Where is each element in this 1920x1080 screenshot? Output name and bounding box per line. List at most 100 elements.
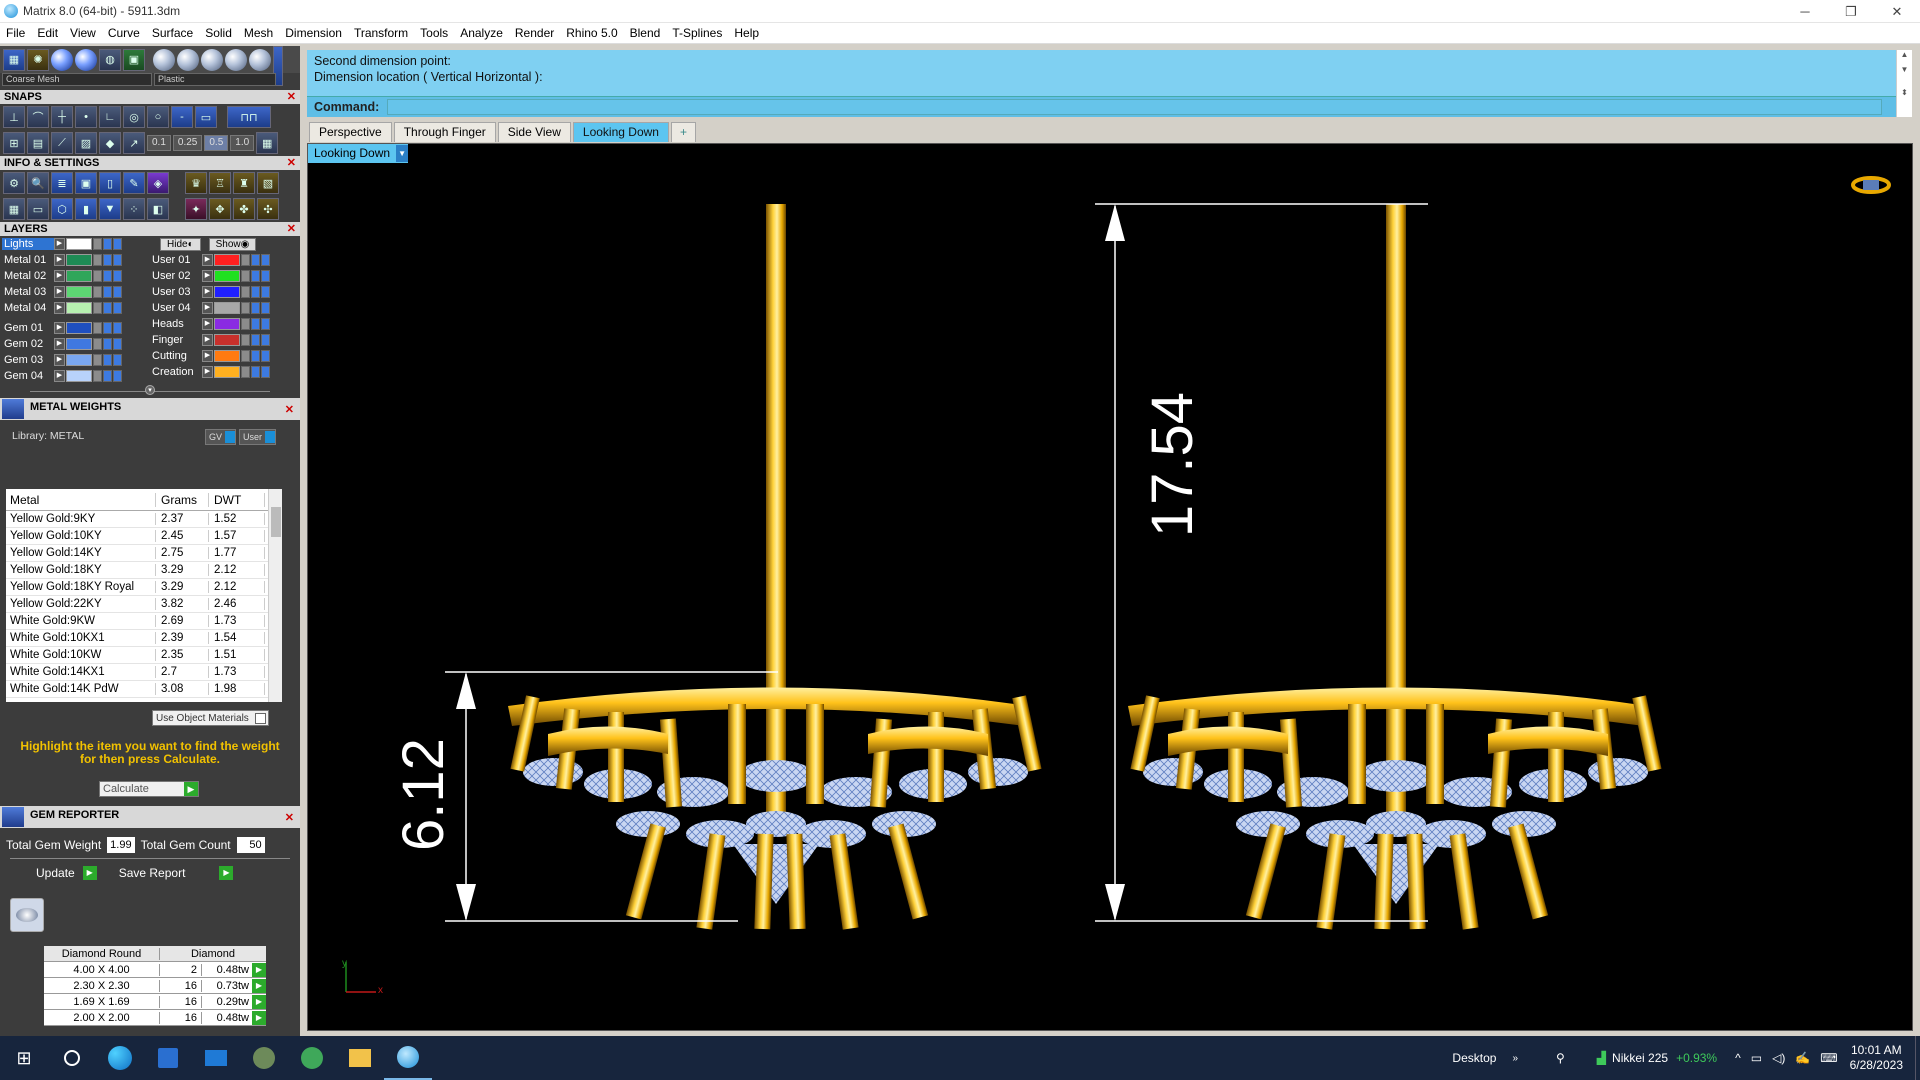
layer-name[interactable]: Metal 04: [2, 302, 54, 314]
scatter-icon[interactable]: ⁘: [123, 198, 145, 220]
layer-name[interactable]: Cutting: [150, 350, 202, 362]
col-metal[interactable]: Metal: [6, 492, 156, 507]
restore-button[interactable]: ❐: [1828, 0, 1874, 23]
layer-visible-icon[interactable]: [103, 302, 112, 314]
layer-color-swatch[interactable]: [214, 318, 240, 330]
gem-select-icon[interactable]: ▶: [252, 978, 266, 993]
grid-snap-icon[interactable]: ▨: [75, 132, 97, 154]
objects-icon[interactable]: ▣: [75, 172, 97, 194]
layer-color-swatch[interactable]: [214, 302, 240, 314]
layer-visible-icon[interactable]: [103, 322, 112, 334]
layer-color-swatch[interactable]: [66, 302, 92, 314]
gem-row[interactable]: 2.00 X 2.00 16 0.48tw ▶: [44, 1010, 266, 1026]
gem-table[interactable]: Diamond Round Diamond 4.00 X 4.00 2 0.48tw…: [44, 946, 266, 1026]
layer-select-icon[interactable]: [113, 238, 122, 250]
layer-name[interactable]: Gem 01: [2, 322, 54, 334]
command-scrollbar[interactable]: ▲ ▼ ⬍: [1896, 50, 1912, 117]
layer-color-swatch[interactable]: [214, 270, 240, 282]
layer-lock-icon[interactable]: [93, 302, 102, 314]
layer-name[interactable]: Gem 04: [2, 370, 54, 382]
layers-close-icon[interactable]: ✕: [287, 222, 296, 236]
snap-value-0[interactable]: 0.1: [147, 135, 171, 151]
layer-visible-icon[interactable]: [251, 318, 260, 330]
filter-icon[interactable]: ▼: [99, 198, 121, 220]
layer-color-swatch[interactable]: [214, 366, 240, 378]
layer-visible-icon[interactable]: [251, 254, 260, 266]
measure-icon[interactable]: ✥: [209, 198, 231, 220]
layer-select-icon[interactable]: [261, 302, 270, 314]
edge-button[interactable]: [96, 1036, 144, 1080]
layer-visible-icon[interactable]: [251, 350, 260, 362]
material-sphere-4-icon[interactable]: [225, 48, 247, 71]
layer-select-icon[interactable]: [113, 286, 122, 298]
col-grams[interactable]: Grams: [156, 492, 209, 507]
material-sphere-1-icon[interactable]: [153, 48, 175, 71]
snaps-close-icon[interactable]: ✕: [287, 90, 296, 104]
store-button[interactable]: [144, 1036, 192, 1080]
matrix-taskbar-button[interactable]: [384, 1036, 432, 1080]
layer-lock-icon[interactable]: [93, 238, 102, 250]
add-tab-button[interactable]: +: [670, 122, 696, 142]
clock[interactable]: 10:01 AM 6/28/2023: [1850, 1043, 1903, 1073]
monitor-icon[interactable]: ▭: [27, 198, 49, 220]
info-close-icon[interactable]: ✕: [287, 156, 296, 170]
shank-icon[interactable]: ♜: [233, 172, 255, 194]
layer-arrow-icon[interactable]: ▶: [54, 302, 65, 314]
layer-arrow-icon[interactable]: ▶: [54, 286, 65, 298]
table-row[interactable]: White Gold:9KW 2.69 1.73: [6, 613, 282, 630]
metal-weights-table[interactable]: Metal Grams DWT Yellow Gold:9KY 2.37 1.52 Y…: [6, 489, 282, 702]
layer-visible-icon[interactable]: [251, 302, 260, 314]
palette-icon[interactable]: ◧: [147, 198, 169, 220]
planar-icon[interactable]: ▤: [27, 132, 49, 154]
layer-arrow-icon[interactable]: ▶: [202, 318, 213, 330]
layer-lock-icon[interactable]: [241, 366, 250, 378]
gem-row[interactable]: 4.00 X 4.00 2 0.48tw ▶: [44, 962, 266, 978]
layer-name[interactable]: User 03: [150, 286, 202, 298]
show-desktop-button[interactable]: [1915, 1036, 1920, 1080]
heads-icon[interactable]: ♛: [185, 172, 207, 194]
tab-looking-down[interactable]: Looking Down: [572, 122, 669, 142]
layer-select-icon[interactable]: [113, 270, 122, 282]
menu-solid[interactable]: Solid: [199, 26, 238, 40]
layer-row[interactable]: Metal 01 ▶: [2, 252, 150, 268]
diamond-thumbnail[interactable]: [10, 898, 44, 932]
snap-value-2[interactable]: 0.5: [204, 135, 229, 151]
gem-row[interactable]: 2.30 X 2.30 16 0.73tw ▶: [44, 978, 266, 994]
keyboard-icon[interactable]: ⌨: [1820, 1051, 1837, 1065]
layer-name[interactable]: Gem 02: [2, 338, 54, 350]
layer-arrow-icon[interactable]: ▶: [54, 338, 65, 350]
layer-color-swatch[interactable]: [214, 334, 240, 346]
column-icon[interactable]: ▮: [75, 198, 97, 220]
curve-tool-icon[interactable]: ✤: [233, 198, 255, 220]
snap-mid-icon[interactable]: -: [171, 106, 193, 128]
material-dropdown[interactable]: Plastic: [154, 73, 276, 86]
search-button[interactable]: [48, 1036, 96, 1080]
metal-table-scrollbar[interactable]: [268, 489, 282, 702]
layer-select-icon[interactable]: [261, 350, 270, 362]
table-row[interactable]: Yellow Gold:22KY 3.82 2.46: [6, 596, 282, 613]
layer-lock-icon[interactable]: [93, 270, 102, 282]
layer-row[interactable]: Lights ▶: [2, 236, 150, 252]
mesh-dropdown[interactable]: Coarse Mesh: [2, 73, 152, 86]
cutter-icon[interactable]: ✦: [185, 198, 207, 220]
material-sphere-3-icon[interactable]: [201, 48, 223, 71]
layer-name[interactable]: Metal 02: [2, 270, 54, 282]
people-icon[interactable]: ⚲: [1556, 1051, 1565, 1065]
layer-color-swatch[interactable]: [66, 254, 92, 266]
snap-tangent-icon[interactable]: ◎: [123, 106, 145, 128]
snap-cross-icon[interactable]: ┼: [51, 106, 73, 128]
update-button[interactable]: Update ▶: [36, 866, 97, 880]
layer-lock-icon[interactable]: [241, 302, 250, 314]
gv-toggle[interactable]: GV: [205, 429, 237, 445]
gem-select-icon[interactable]: ▶: [252, 994, 266, 1009]
shaded-sphere-icon[interactable]: [75, 48, 97, 71]
layer-arrow-icon[interactable]: ▶: [202, 334, 213, 346]
table-row[interactable]: White Gold:10KW 2.35 1.51: [6, 647, 282, 664]
layer-row[interactable]: User 02 ▶: [150, 268, 298, 284]
layer-select-icon[interactable]: [113, 370, 122, 382]
edit-icon[interactable]: ✎: [123, 172, 145, 194]
layer-color-swatch[interactable]: [214, 286, 240, 298]
hide-button[interactable]: Hide ◐: [160, 237, 201, 251]
menu-curve[interactable]: Curve: [102, 26, 146, 40]
mail-button[interactable]: [192, 1036, 240, 1080]
